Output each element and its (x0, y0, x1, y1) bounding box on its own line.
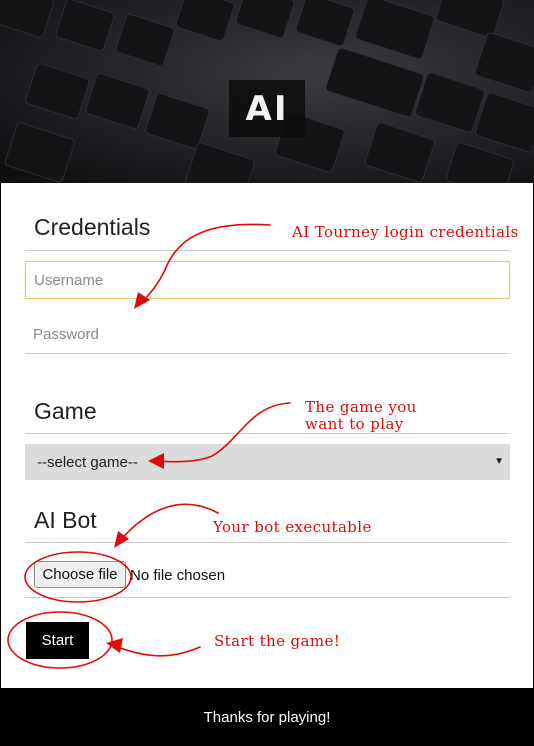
game-select-value: --select game-- (37, 453, 138, 471)
password-input[interactable] (25, 316, 510, 354)
footer-text: Thanks for playing! (203, 708, 331, 726)
bot-divider-bottom (25, 597, 510, 598)
annotation-game-line2: want to play (305, 415, 404, 433)
footer: Thanks for playing! (0, 688, 534, 746)
hero-keyboard-image: AI (0, 0, 534, 183)
login-card: Credentials Game --select game-- ▼ AI Bo… (1, 183, 533, 688)
annotation-game-line1: The game you (305, 398, 417, 416)
bot-divider-top (25, 542, 510, 543)
credentials-divider (25, 250, 510, 251)
logo-text: AI (245, 88, 289, 129)
annotation-credentials: AI Tourney login credentials (292, 223, 519, 241)
page: AI Credentials Game --select game-- ▼ AI… (0, 0, 534, 746)
start-button[interactable]: Start (26, 622, 89, 659)
annotation-start: Start the game! (214, 632, 341, 650)
credentials-heading: Credentials (34, 214, 151, 240)
game-select[interactable]: --select game-- ▼ (25, 444, 510, 480)
file-status-text: No file chosen (130, 567, 226, 584)
chevron-down-icon: ▼ (494, 456, 504, 467)
annotation-bot: Your bot executable (213, 518, 372, 536)
ai-logo: AI (229, 80, 305, 137)
game-heading: Game (34, 398, 97, 424)
choose-file-button[interactable]: Choose file (34, 561, 126, 588)
ai-bot-heading: AI Bot (34, 507, 97, 533)
username-input[interactable] (25, 261, 510, 299)
game-divider (25, 433, 510, 434)
